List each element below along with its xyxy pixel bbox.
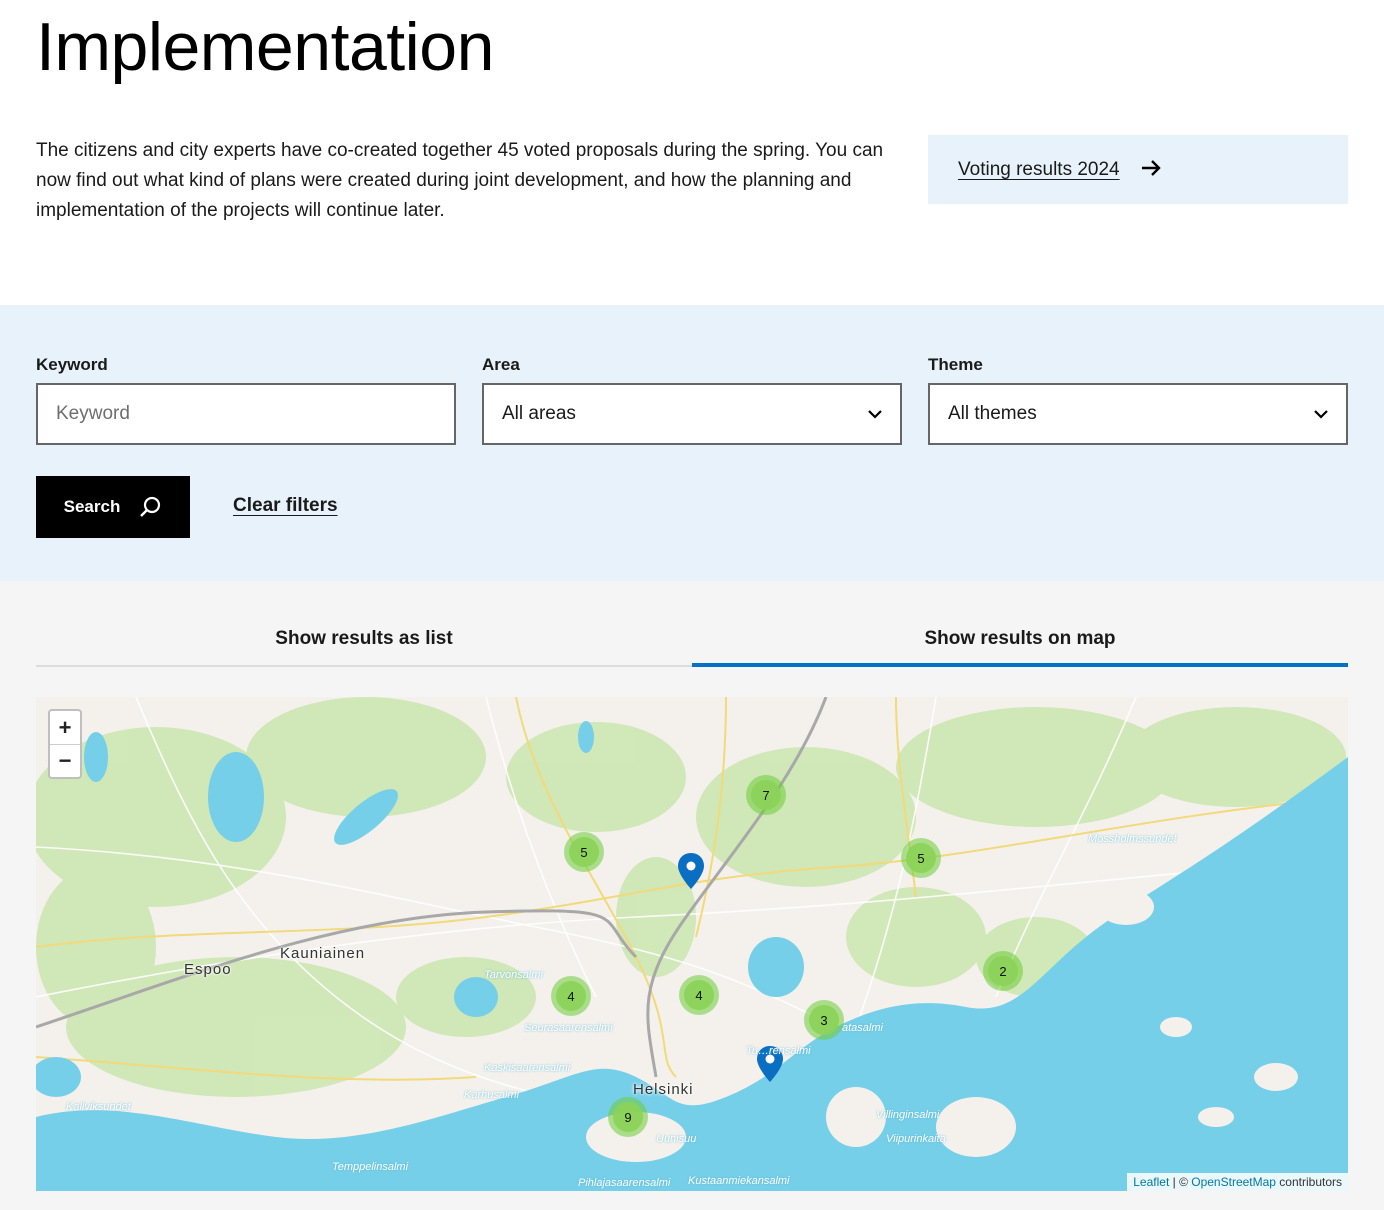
zoom-out-button[interactable]: − (50, 744, 80, 777)
voting-results-link[interactable]: Voting results 2024 (928, 135, 1348, 204)
results-view-tabs: Show results as list Show results on map (36, 621, 1348, 667)
theme-label: Theme (928, 355, 983, 374)
map-attribution: Leaflet | © OpenStreetMap contributors (1127, 1173, 1348, 1191)
map-cluster[interactable]: 2 (983, 951, 1023, 991)
clear-filters-link[interactable]: Clear filters (233, 495, 338, 517)
intro-text: The citizens and city experts have co-cr… (36, 140, 884, 221)
chevron-down-icon (1314, 410, 1328, 419)
map-cluster[interactable]: 5 (564, 832, 604, 872)
map-water-label: Pihlajasaarensalmi (578, 1177, 671, 1189)
attribution-tail: contributors (1275, 1175, 1342, 1189)
leaflet-link[interactable]: Leaflet (1133, 1175, 1169, 1189)
map-cluster[interactable]: 9 (608, 1097, 648, 1137)
area-field: Area All areas (482, 355, 902, 445)
cluster-count: 9 (613, 1102, 643, 1132)
page-title: Implementation (36, 9, 494, 85)
map-cluster[interactable]: 4 (679, 975, 719, 1015)
map-water-label: Mossholmssundet (1088, 833, 1177, 845)
map-place-label: Espoo (184, 961, 232, 978)
attribution-separator: | © (1169, 1175, 1192, 1189)
cluster-count: 5 (569, 837, 599, 867)
results-map[interactable]: + − 5 7 5 2 4 4 3 9 Espoo Kauniainen Hel… (36, 697, 1348, 1191)
map-water-label: atasalmi (842, 1022, 883, 1034)
cluster-count: 5 (906, 843, 936, 873)
keyword-field: Keyword (36, 355, 456, 445)
voting-results-label: Voting results 2024 (958, 158, 1120, 180)
map-cluster[interactable]: 5 (901, 838, 941, 878)
chevron-down-icon (868, 410, 882, 419)
search-button-label: Search (63, 497, 121, 516)
cluster-count: 4 (684, 980, 714, 1010)
filter-panel: Keyword Area All areas Theme All themes … (0, 305, 1384, 581)
map-cluster[interactable]: 7 (746, 775, 786, 815)
openstreetmap-link[interactable]: OpenStreetMap (1191, 1175, 1276, 1189)
map-water-label: Temppelinsalmi (332, 1161, 409, 1173)
map-water-label: Kustaanmiekansalmi (688, 1175, 790, 1187)
keyword-input[interactable] (36, 383, 456, 445)
map-water-label: Villinginsalmi (876, 1109, 940, 1121)
search-icon (140, 496, 161, 517)
map-water-label: Kaskisaarensalmi (484, 1062, 571, 1074)
map-water-label: Seurasaarensalmi (524, 1022, 613, 1034)
area-select[interactable]: All areas (482, 383, 902, 445)
tab-map-view[interactable]: Show results on map (692, 621, 1348, 667)
map-cluster[interactable]: 3 (804, 1000, 844, 1040)
arrow-right-icon (1140, 157, 1162, 183)
map-tiles[interactable] (36, 697, 1348, 1191)
map-water-label: Uunisuu (656, 1133, 697, 1145)
tab-list-view[interactable]: Show results as list (36, 621, 692, 665)
search-button[interactable]: Search (36, 476, 190, 538)
map-marker-icon[interactable] (677, 852, 705, 890)
map-place-label: Helsinki (633, 1081, 694, 1098)
cluster-count: 4 (556, 981, 586, 1011)
map-water-label: Tu…rensalmi (746, 1045, 811, 1057)
map-water-label: Tarvonsalmi (484, 969, 543, 981)
area-select-value: All areas (502, 403, 576, 424)
area-label: Area (482, 355, 520, 374)
theme-field: Theme All themes (928, 355, 1348, 445)
theme-select[interactable]: All themes (928, 383, 1348, 445)
map-place-label: Kauniainen (280, 945, 366, 962)
map-water-label: Kallviksundet (66, 1101, 131, 1113)
keyword-label: Keyword (36, 355, 108, 374)
theme-select-value: All themes (948, 403, 1037, 424)
cluster-count: 2 (988, 956, 1018, 986)
map-cluster[interactable]: 4 (551, 976, 591, 1016)
zoom-in-button[interactable]: + (50, 711, 80, 744)
cluster-count: 3 (809, 1005, 839, 1035)
map-water-label: Viipurinkaita (886, 1133, 946, 1145)
map-water-label: Karhusalmi (464, 1089, 520, 1101)
cluster-count: 7 (751, 780, 781, 810)
zoom-control: + − (48, 709, 82, 779)
